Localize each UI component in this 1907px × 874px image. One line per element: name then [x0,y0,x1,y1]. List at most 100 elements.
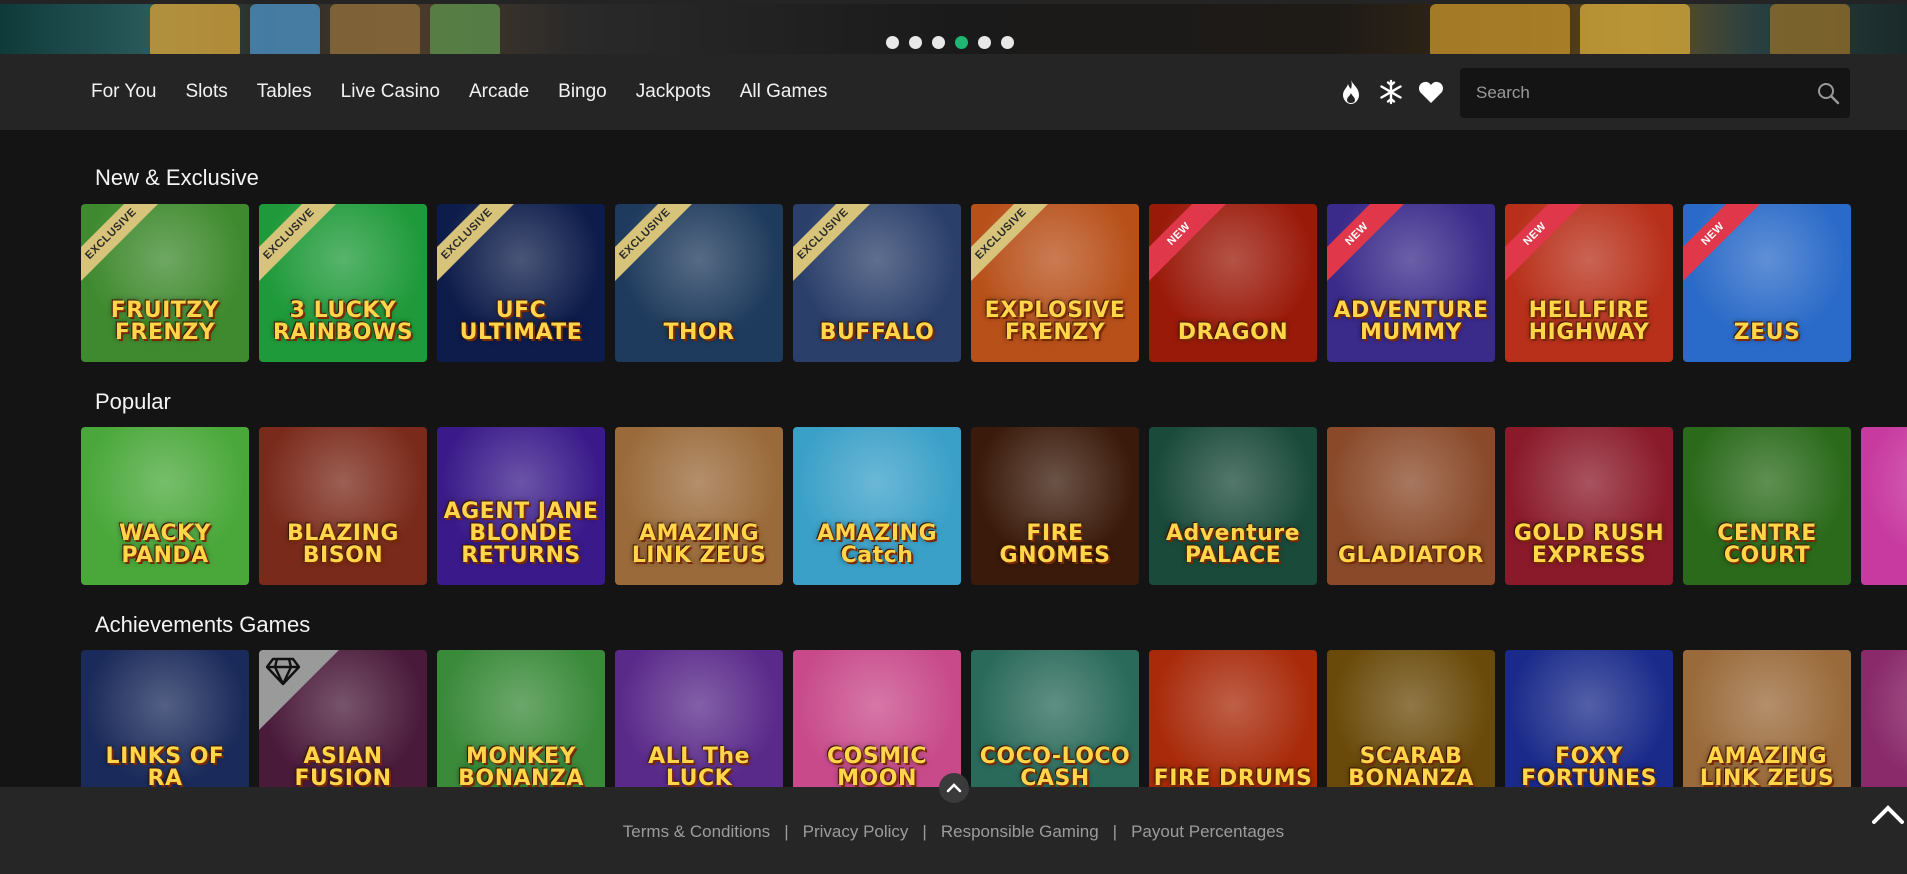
game-title: LINKS OF RA [105,744,225,791]
game-tile[interactable]: ALL The LUCK [615,650,783,808]
game-title: UFC ULTIMATE [459,298,583,345]
promo-banner[interactable] [0,0,1907,54]
game-title: COCO-LOCO CASH [979,744,1131,791]
tab-live-casino[interactable]: Live Casino [341,81,440,103]
game-tile[interactable]: FOXY FORTUNES [1505,650,1673,808]
game-title: AMAZING Catch [816,521,938,568]
exclusive-ribbon: EXCLUSIVE [615,204,696,285]
game-tile[interactable]: NEW DRAGON [1149,204,1317,362]
game-title: ASIAN FUSION [294,744,392,791]
collapse-footer-button[interactable] [939,773,969,803]
game-tile[interactable]: GLADIATOR [1327,427,1495,585]
tab-bingo[interactable]: Bingo [558,81,607,103]
search-input[interactable] [1460,68,1800,118]
carousel-dot[interactable] [978,36,991,49]
game-title: Adventure PALACE [1165,521,1301,568]
tab-tables[interactable]: Tables [257,81,312,103]
game-tile[interactable]: CENTRE COURT [1683,427,1851,585]
carousel-dot[interactable] [1001,36,1014,49]
exclusive-ribbon: EXCLUSIVE [437,204,518,285]
carousel-dot[interactable] [932,36,945,49]
game-tile[interactable]: AMAZING Catch [793,427,961,585]
exclusive-ribbon: EXCLUSIVE [971,204,1052,285]
game-tile[interactable]: SCARAB BONANZA [1327,650,1495,808]
new-ribbon: NEW [1683,204,1764,285]
game-tile[interactable]: NEW ADVENTURE MUMMY [1327,204,1495,362]
game-tile[interactable] [1861,650,1907,808]
game-title: AMAZING LINK ZEUS [631,521,767,568]
game-title: FIRE GNOMES [999,521,1111,568]
casino-lobby: { "banner": { "slides": 6, "active_slide… [0,0,1907,874]
search-bar [1460,68,1850,118]
game-tile[interactable]: EXCLUSIVE THOR [615,204,783,362]
diamond-icon [265,657,301,686]
game-tile[interactable]: WACKY PANDA [81,427,249,585]
banner-artwork [250,4,320,54]
tab-arcade[interactable]: Arcade [469,81,529,103]
carousel-dot[interactable] [955,36,968,49]
game-tile[interactable]: EXCLUSIVE EXPLOSIVE FRENZY [971,204,1139,362]
carousel-dots [886,36,1014,49]
game-tile[interactable]: NEW HELLFIRE HIGHWAY [1505,204,1673,362]
game-title: 3 LUCKY RAINBOWS [272,298,414,345]
game-tile[interactable]: GOLD RUSH EXPRESS [1505,427,1673,585]
game-tile[interactable]: BLAZING BISON [259,427,427,585]
game-title: THOR [663,320,735,345]
game-tile[interactable]: COSMIC MOON [793,650,961,808]
footer-separator: | [784,822,789,841]
footer-link-payout-percentages[interactable]: Payout Percentages [1131,822,1284,841]
game-title: SCARAB BONANZA [1348,744,1474,791]
game-tile[interactable]: NEW ZEUS [1683,204,1851,362]
new-ribbon: NEW [1327,204,1408,285]
game-tile[interactable]: FIRE GNOMES [971,427,1139,585]
tab-slots[interactable]: Slots [186,81,228,103]
game-tile[interactable]: AMAZING LINK ZEUS [615,427,783,585]
search-icon[interactable] [1816,81,1840,105]
scroll-to-top-button[interactable] [1870,800,1906,830]
game-title: AGENT JANE BLONDE RETURNS [443,499,599,568]
game-title: ALL The LUCK [648,744,750,791]
category-tabs: For You Slots Tables Live Casino Arcade Bingo… [91,54,856,130]
game-title: ADVENTURE MUMMY [1333,298,1489,345]
exclusive-ribbon: EXCLUSIVE [81,204,162,285]
banner-artwork [1770,4,1850,54]
game-tile[interactable]: EXCLUSIVE FRUITZY FRENZY [81,204,249,362]
nav-icon-group [1338,78,1444,106]
carousel-dot[interactable] [886,36,899,49]
game-tile[interactable]: EXCLUSIVE 3 LUCKY RAINBOWS [259,204,427,362]
game-title: ZEUS [1733,320,1801,345]
game-tile[interactable]: COCO-LOCO CASH [971,650,1139,808]
banner-artwork [1430,4,1570,54]
game-title: GOLD RUSH EXPRESS [1513,521,1665,568]
footer-separator: | [922,822,927,841]
game-tile[interactable]: MONKEY BONANZA [437,650,605,808]
game-tile[interactable]: Adventure PALACE [1149,427,1317,585]
game-tile[interactable]: FIRE DRUMS [1149,650,1317,808]
tab-all-games[interactable]: All Games [740,81,828,103]
tab-for-you[interactable]: For You [91,81,157,103]
exclusive-ribbon: EXCLUSIVE [793,204,874,285]
game-tile[interactable]: ASIAN FUSION [259,650,427,808]
game-title: EXPLOSIVE FRENZY [984,298,1126,345]
snowflake-icon[interactable] [1378,78,1404,106]
game-title: HELLFIRE HIGHWAY [1528,298,1650,345]
footer-link-responsible-gaming[interactable]: Responsible Gaming [941,822,1099,841]
game-title: COSMIC MOON [827,744,927,791]
footer-link-terms-conditions[interactable]: Terms & Conditions [623,822,770,841]
game-tile[interactable]: EXCLUSIVE UFC ULTIMATE [437,204,605,362]
game-title: GLADIATOR [1337,543,1485,568]
heart-icon[interactable] [1418,78,1444,106]
game-tile[interactable]: AGENT JANE BLONDE RETURNS [437,427,605,585]
section-title-new-exclusive: New & Exclusive [95,165,259,190]
carousel-dot[interactable] [909,36,922,49]
game-tile[interactable]: EXCLUSIVE BUFFALO [793,204,961,362]
chevron-up-icon [946,783,962,793]
game-tile[interactable]: LINKS OF RA [81,650,249,808]
tab-jackpots[interactable]: Jackpots [636,81,711,103]
game-tile[interactable]: AMAZING LINK ZEUS [1683,650,1851,808]
game-title: FOXY FORTUNES [1521,744,1657,791]
footer-link-privacy-policy[interactable]: Privacy Policy [803,822,909,841]
game-tile[interactable] [1861,427,1907,585]
game-row-new-exclusive: EXCLUSIVE FRUITZY FRENZY EXCLUSIVE 3 LUCKY … [81,204,1851,362]
fire-icon[interactable] [1338,78,1364,106]
